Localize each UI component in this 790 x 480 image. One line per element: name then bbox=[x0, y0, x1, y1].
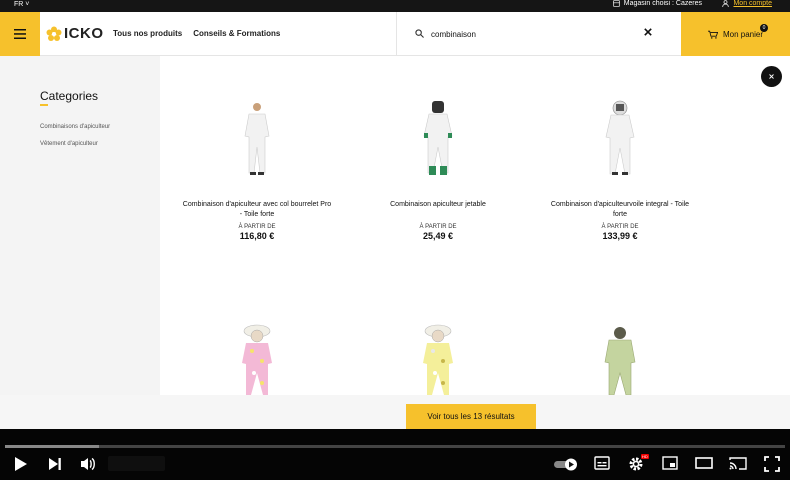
product-image[interactable] bbox=[590, 100, 650, 180]
hamburger-icon bbox=[14, 29, 26, 39]
settings-button[interactable] bbox=[628, 456, 644, 477]
product-card[interactable] bbox=[590, 321, 650, 401]
price-from-label: À PARTIR DE bbox=[601, 224, 639, 230]
site-logo[interactable]: ICKO bbox=[46, 25, 104, 42]
results-footer: Voir tous les 13 résultats bbox=[0, 395, 790, 429]
cart-icon bbox=[707, 30, 718, 39]
site-header: ICKO Tous nos produits Conseils & Format… bbox=[0, 12, 790, 56]
price-from-label: À PARTIR DE bbox=[238, 224, 276, 230]
cart-label: Mon panier bbox=[722, 29, 764, 39]
product-card[interactable] bbox=[408, 321, 468, 401]
video-progress-bar[interactable] bbox=[5, 445, 785, 448]
product-price: 116,80 € bbox=[239, 231, 275, 241]
time-display bbox=[108, 456, 165, 471]
hd-badge: HD bbox=[641, 454, 649, 459]
product-image[interactable] bbox=[227, 321, 287, 401]
miniplayer-button[interactable] bbox=[662, 456, 678, 475]
account-label: Mon compte bbox=[733, 0, 772, 7]
product-card[interactable]: Combinaison d'apiculteur avec col bourre… bbox=[182, 100, 332, 241]
category-sidebar: Categories Combinaisons d'apiculteur Vêt… bbox=[0, 56, 160, 395]
autoplay-toggle-icon bbox=[554, 458, 577, 471]
store-label: Magasin choisi : Cazeres bbox=[623, 0, 702, 7]
product-price: 25,49 € bbox=[422, 231, 454, 241]
top-bar: FR ˅ Magasin choisi : Cazeres Mon compte bbox=[0, 0, 790, 12]
nav-advice-training[interactable]: Conseils & Formations bbox=[193, 29, 280, 38]
product-image[interactable] bbox=[227, 100, 287, 180]
play-button[interactable] bbox=[14, 456, 28, 477]
skip-next-icon bbox=[49, 458, 61, 470]
search-icon bbox=[415, 29, 424, 38]
cast-button[interactable] bbox=[729, 456, 747, 475]
video-player-controls: HD bbox=[0, 429, 790, 480]
search-input[interactable] bbox=[431, 26, 631, 42]
close-icon bbox=[644, 28, 652, 36]
product-image[interactable] bbox=[408, 100, 468, 180]
logo-text: ICKO bbox=[64, 25, 104, 42]
categories-underline bbox=[40, 104, 48, 106]
product-price: 133,99 € bbox=[602, 231, 638, 241]
store-icon bbox=[612, 0, 620, 7]
volume-button[interactable] bbox=[80, 456, 96, 477]
theater-mode-icon bbox=[695, 457, 713, 469]
product-name[interactable]: Combinaison apiculteur jetable bbox=[363, 200, 513, 222]
category-item[interactable]: Vêtement d'apiculteur bbox=[40, 141, 98, 147]
close-icon bbox=[769, 74, 774, 79]
product-card[interactable]: Combinaison d'apiculteurvoile integral -… bbox=[545, 100, 695, 241]
clear-search-button[interactable] bbox=[644, 24, 652, 39]
product-name[interactable]: Combinaison d'apiculteurvoile integral -… bbox=[545, 200, 695, 222]
main-nav: Tous nos produits Conseils & Formations bbox=[113, 29, 280, 38]
product-card[interactable] bbox=[227, 321, 287, 401]
categories-title: Categories bbox=[40, 89, 99, 103]
search-bar bbox=[396, 12, 681, 56]
user-icon bbox=[722, 0, 730, 7]
price-from-label: À PARTIR DE bbox=[419, 224, 457, 230]
see-all-results-button[interactable]: Voir tous les 13 résultats bbox=[406, 404, 536, 429]
autoplay-toggle[interactable] bbox=[553, 458, 579, 476]
subtitles-icon bbox=[594, 456, 610, 470]
close-panel-button[interactable] bbox=[761, 66, 782, 87]
next-button[interactable] bbox=[48, 456, 62, 477]
product-card[interactable]: Combinaison apiculteur jetable À PARTIR … bbox=[363, 100, 513, 241]
language-selector[interactable]: FR ˅ bbox=[14, 1, 29, 8]
play-icon bbox=[15, 457, 27, 471]
cast-icon bbox=[729, 457, 747, 470]
volume-icon bbox=[81, 457, 95, 471]
menu-button[interactable] bbox=[0, 12, 40, 56]
miniplayer-icon bbox=[662, 456, 678, 470]
cart-count-badge: 0 bbox=[760, 24, 768, 32]
video-progress-fill bbox=[5, 445, 99, 448]
theater-mode-button[interactable] bbox=[695, 456, 713, 475]
search-results-panel: Categories Combinaisons d'apiculteur Vêt… bbox=[0, 56, 790, 396]
category-item[interactable]: Combinaisons d'apiculteur bbox=[40, 124, 110, 130]
nav-products[interactable]: Tous nos produits bbox=[113, 29, 182, 38]
product-name[interactable]: Combinaison d'apiculteur avec col bourre… bbox=[182, 200, 332, 222]
cart-button[interactable]: Mon panier 0 bbox=[681, 12, 790, 56]
product-image[interactable] bbox=[590, 321, 650, 401]
account-link[interactable]: Mon compte bbox=[722, 0, 772, 7]
fullscreen-button[interactable] bbox=[764, 456, 780, 477]
subtitles-button[interactable] bbox=[594, 456, 610, 475]
bee-flower-logo-icon bbox=[46, 26, 62, 41]
store-selector[interactable]: Magasin choisi : Cazeres bbox=[612, 0, 702, 7]
fullscreen-icon bbox=[764, 456, 780, 472]
product-image[interactable] bbox=[408, 321, 468, 401]
